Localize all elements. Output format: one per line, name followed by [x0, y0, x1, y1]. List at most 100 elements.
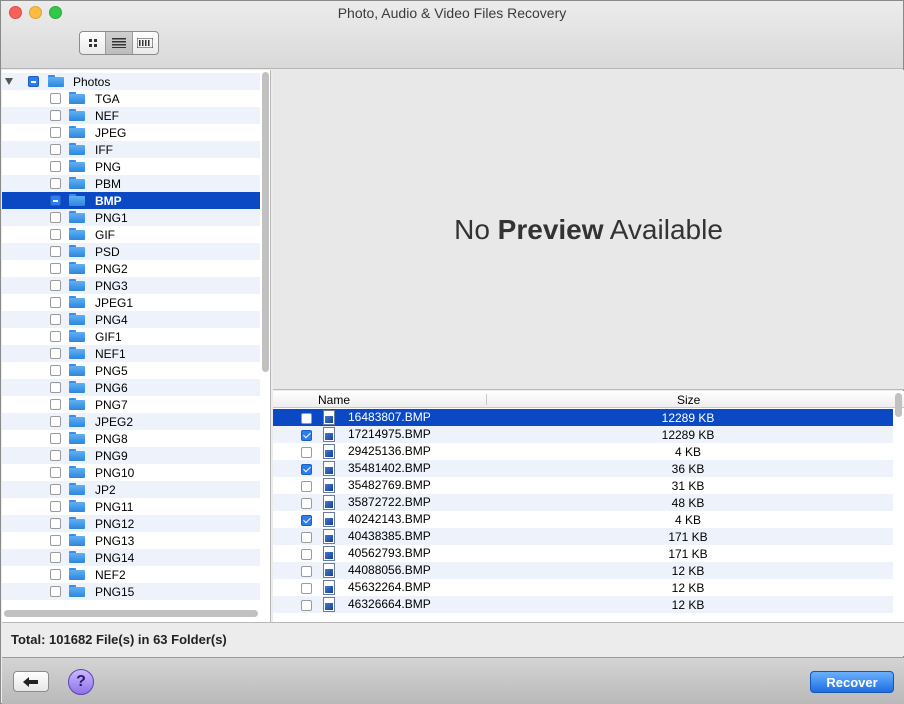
- tree-item[interactable]: PNG13: [2, 532, 260, 549]
- tree-item[interactable]: JP2: [2, 481, 260, 498]
- tree-item[interactable]: PSD: [2, 243, 260, 260]
- tree-item[interactable]: PNG14: [2, 549, 260, 566]
- tree-horizontal-scrollbar[interactable]: [4, 610, 258, 617]
- folder-checkbox[interactable]: [28, 76, 39, 87]
- tree-item[interactable]: GIF1: [2, 328, 260, 345]
- file-checkbox[interactable]: [301, 515, 312, 526]
- tree-item[interactable]: PBM: [2, 175, 260, 192]
- name-column-header[interactable]: Name: [318, 393, 350, 407]
- tree-item[interactable]: PNG6: [2, 379, 260, 396]
- tree-item[interactable]: PNG2: [2, 260, 260, 277]
- file-checkbox[interactable]: [301, 464, 312, 475]
- folder-checkbox[interactable]: [50, 280, 61, 291]
- folder-checkbox[interactable]: [50, 416, 61, 427]
- file-row[interactable]: 17214975.BMP 12289 KB: [273, 426, 893, 443]
- folder-checkbox[interactable]: [50, 144, 61, 155]
- folder-checkbox[interactable]: [50, 331, 61, 342]
- file-checkbox[interactable]: [301, 566, 312, 577]
- tree-item[interactable]: NEF: [2, 107, 260, 124]
- icon-view-button[interactable]: [80, 32, 107, 54]
- file-row[interactable]: 40562793.BMP 171 KB: [273, 545, 893, 562]
- list-view-button[interactable]: [106, 32, 133, 54]
- file-checkbox[interactable]: [301, 600, 312, 611]
- file-row[interactable]: 40242143.BMP 4 KB: [273, 511, 893, 528]
- folder-checkbox[interactable]: [50, 399, 61, 410]
- tree-item[interactable]: PNG3: [2, 277, 260, 294]
- folder-checkbox[interactable]: [50, 552, 61, 563]
- folder-checkbox[interactable]: [50, 297, 61, 308]
- folder-checkbox[interactable]: [50, 569, 61, 580]
- tree-item[interactable]: PNG: [2, 158, 260, 175]
- tree-item[interactable]: JPEG1: [2, 294, 260, 311]
- folder-checkbox[interactable]: [50, 110, 61, 121]
- folder-checkbox[interactable]: [50, 467, 61, 478]
- folder-checkbox[interactable]: [50, 450, 61, 461]
- folder-checkbox[interactable]: [50, 93, 61, 104]
- tree-item[interactable]: NEF1: [2, 345, 260, 362]
- folder-checkbox[interactable]: [50, 246, 61, 257]
- folder-checkbox[interactable]: [50, 365, 61, 376]
- folder-checkbox[interactable]: [50, 212, 61, 223]
- folder-checkbox[interactable]: [50, 178, 61, 189]
- column-view-button[interactable]: [133, 32, 158, 54]
- file-row[interactable]: 44088056.BMP 12 KB: [273, 562, 893, 579]
- tree-item[interactable]: PNG11: [2, 498, 260, 515]
- folder-checkbox[interactable]: [50, 195, 61, 206]
- folder-checkbox[interactable]: [50, 263, 61, 274]
- file-row[interactable]: 45632264.BMP 12 KB: [273, 579, 893, 596]
- tree-item[interactable]: IFF: [2, 141, 260, 158]
- back-button[interactable]: [13, 671, 49, 692]
- file-row[interactable]: 35481402.BMP 36 KB: [273, 460, 893, 477]
- file-checkbox[interactable]: [301, 430, 312, 441]
- file-checkbox[interactable]: [301, 447, 312, 458]
- tree-item[interactable]: PNG12: [2, 515, 260, 532]
- file-row[interactable]: 40438385.BMP 171 KB: [273, 528, 893, 545]
- file-row[interactable]: 35872722.BMP 48 KB: [273, 494, 893, 511]
- folder-checkbox[interactable]: [50, 229, 61, 240]
- file-checkbox[interactable]: [301, 583, 312, 594]
- tree-item[interactable]: JPEG: [2, 124, 260, 141]
- tree-item[interactable]: BMP: [2, 192, 260, 209]
- folder-checkbox[interactable]: [50, 348, 61, 359]
- tree-item[interactable]: PNG15: [2, 583, 260, 600]
- file-row[interactable]: 35482769.BMP 31 KB: [273, 477, 893, 494]
- folder-checkbox[interactable]: [50, 433, 61, 444]
- folder-checkbox[interactable]: [50, 382, 61, 393]
- folder-checkbox[interactable]: [50, 535, 61, 546]
- help-button[interactable]: ?: [68, 669, 94, 695]
- file-row[interactable]: 46326664.BMP 12 KB: [273, 596, 893, 613]
- tree-root-photos[interactable]: Photos: [2, 73, 260, 90]
- file-list-scrollbar[interactable]: [895, 393, 902, 417]
- tree-item[interactable]: PNG1: [2, 209, 260, 226]
- disclosure-triangle-icon[interactable]: [5, 78, 13, 85]
- tree-item[interactable]: PNG4: [2, 311, 260, 328]
- folder-checkbox[interactable]: [50, 501, 61, 512]
- folder-checkbox[interactable]: [50, 314, 61, 325]
- tree-item[interactable]: NEF2: [2, 566, 260, 583]
- file-row[interactable]: 16483807.BMP 12289 KB: [273, 409, 893, 426]
- folder-checkbox[interactable]: [50, 518, 61, 529]
- file-row[interactable]: 29425136.BMP 4 KB: [273, 443, 893, 460]
- folder-checkbox[interactable]: [50, 127, 61, 138]
- file-checkbox[interactable]: [301, 413, 312, 424]
- tree-item[interactable]: PNG7: [2, 396, 260, 413]
- file-checkbox[interactable]: [301, 481, 312, 492]
- file-checkbox[interactable]: [301, 549, 312, 560]
- folder-checkbox[interactable]: [50, 161, 61, 172]
- folder-checkbox[interactable]: [50, 586, 61, 597]
- folder-checkbox[interactable]: [50, 484, 61, 495]
- tree-vertical-scrollbar[interactable]: [262, 72, 269, 372]
- recover-button[interactable]: Recover: [810, 671, 894, 693]
- tree-item[interactable]: PNG5: [2, 362, 260, 379]
- tree-item[interactable]: GIF: [2, 226, 260, 243]
- tree-item[interactable]: PNG8: [2, 430, 260, 447]
- file-checkbox[interactable]: [301, 498, 312, 509]
- file-list[interactable]: Name Size 16483807.BMP 12289 KB 17214975.B…: [273, 391, 904, 622]
- folder-tree[interactable]: Photos TGA NEF JPEG IFF PNG PBM BMP PNG1 GIF PSD PN…: [2, 70, 271, 622]
- tree-item[interactable]: PNG10: [2, 464, 260, 481]
- file-checkbox[interactable]: [301, 532, 312, 543]
- tree-item[interactable]: PNG9: [2, 447, 260, 464]
- tree-item[interactable]: JPEG2: [2, 413, 260, 430]
- size-column-header[interactable]: Size: [677, 393, 700, 407]
- tree-item[interactable]: TGA: [2, 90, 260, 107]
